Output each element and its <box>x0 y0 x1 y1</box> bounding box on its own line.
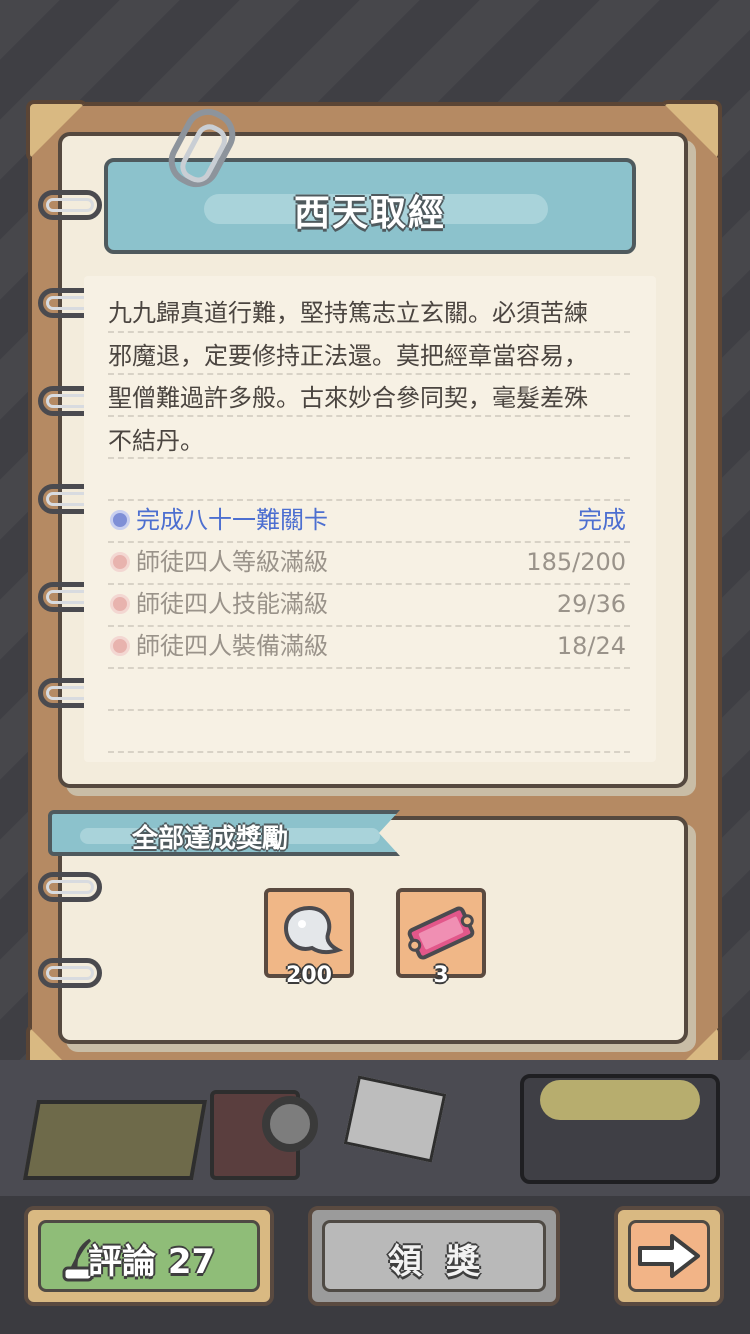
task-label: 師徒四人技能滿級 <box>136 590 328 618</box>
divider <box>108 415 630 417</box>
reward-item-ticket[interactable]: 3 <box>396 888 486 988</box>
binder-ring <box>38 958 102 988</box>
spirit-icon <box>283 905 344 955</box>
divider <box>108 709 630 711</box>
reward-count: 200 <box>286 963 332 988</box>
task-status-icon <box>110 636 130 656</box>
description-line: 九九歸真道行難，堅持篤志立玄關。必須苦練 <box>108 299 588 327</box>
task-row: 師徒四人等級滿級 185/200 <box>108 542 626 582</box>
box-icon <box>22 1100 208 1180</box>
coins-icon <box>540 1080 700 1120</box>
divider <box>108 751 630 753</box>
description-line: 邪魔退，定要修持正法還。莫把經章當容易， <box>108 341 588 370</box>
next-button[interactable] <box>614 1206 724 1306</box>
description-line: 不結丹。 <box>108 426 204 455</box>
desk-clutter <box>0 1060 750 1210</box>
claim-reward-button[interactable]: 領獎 <box>308 1206 560 1306</box>
divider <box>108 457 630 459</box>
paper-icon <box>343 1075 447 1163</box>
reward-item-spirit[interactable]: 200 <box>264 888 354 988</box>
quest-description: 九九歸真道行難，堅持篤志立玄關。必須苦練 邪魔退，定要修持正法還。莫把經章當容易… <box>108 292 638 462</box>
comment-button[interactable]: 評論 27 <box>24 1206 274 1306</box>
description-line: 聖僧難過許多般。古來妙合參同契，毫髮差殊 <box>108 384 588 412</box>
binder-ring <box>38 190 102 220</box>
reward-section-title: 全部達成獎勵 <box>132 824 289 854</box>
task-progress: 18/24 <box>556 632 626 660</box>
task-status-icon <box>110 552 130 572</box>
divider <box>108 667 630 669</box>
page-title: 西天取經 <box>293 193 446 234</box>
comment-button-label: 評論 27 <box>88 1242 216 1282</box>
task-row: 師徒四人技能滿級 29/36 <box>108 584 626 624</box>
arrow-right-icon <box>638 1234 700 1278</box>
reward-section-tag: 全部達成獎勵 <box>48 810 400 856</box>
task-progress: 185/200 <box>526 548 626 576</box>
task-row: 師徒四人裝備滿級 18/24 <box>108 626 626 666</box>
task-label: 完成八十一難關卡 <box>136 506 328 534</box>
task-row: 完成八十一難關卡 完成 <box>108 500 626 540</box>
claim-button-label: 領獎 <box>388 1242 504 1282</box>
task-progress: 29/36 <box>556 590 626 618</box>
task-label: 師徒四人裝備滿級 <box>136 632 328 660</box>
divider <box>108 331 630 333</box>
magnifier-icon <box>262 1096 318 1152</box>
task-progress: 完成 <box>578 506 626 534</box>
task-status-icon <box>110 594 130 614</box>
reward-count: 3 <box>433 963 449 988</box>
divider <box>108 373 630 375</box>
task-status-icon <box>110 510 130 530</box>
ticket-icon <box>407 906 475 960</box>
task-label: 師徒四人等級滿級 <box>136 548 328 576</box>
binder-ring <box>38 872 102 902</box>
